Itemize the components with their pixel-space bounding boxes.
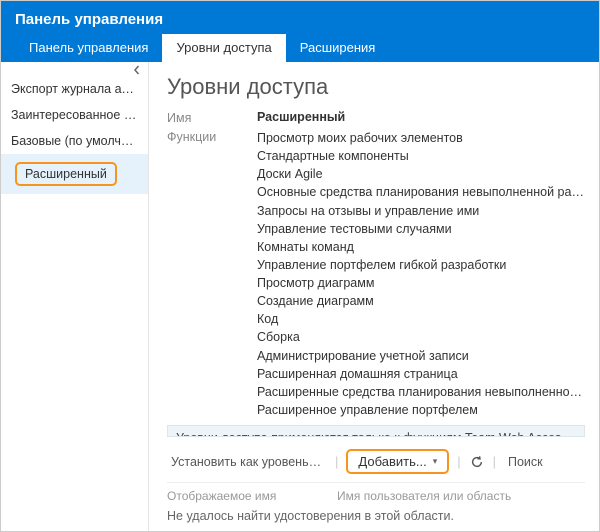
sidebar-item-advanced[interactable]: Расширенный <box>1 154 148 194</box>
collapse-sidebar-icon[interactable] <box>130 64 144 78</box>
label-name: Имя <box>167 110 257 125</box>
feature-item: Запросы на отзывы и управление ими <box>257 202 585 220</box>
feature-item: Код <box>257 310 585 328</box>
label-functions: Функции <box>167 129 257 144</box>
refresh-icon[interactable] <box>469 454 485 470</box>
feature-item: Расширенная домашняя страница <box>257 365 585 383</box>
grid-col-username: Имя пользователя или область <box>337 489 585 503</box>
header-band: Панель управления Панель управления Уров… <box>1 1 599 62</box>
header-title: Панель управления <box>1 1 599 34</box>
page-title: Уровни доступа <box>167 74 585 100</box>
feature-item: Управление тестовыми случаями <box>257 220 585 238</box>
app-root: Панель управления Панель управления Уров… <box>0 0 600 532</box>
highlight-ring: Расширенный <box>15 162 117 186</box>
sidebar-item-label: Расширенный <box>25 167 107 181</box>
set-default-button[interactable]: Установить как уровень до... <box>167 451 327 473</box>
grid-col-display-name: Отображаемое имя <box>167 489 337 503</box>
feature-item: Сборка <box>257 328 585 346</box>
sidebar-list: Экспорт журнала аудита Заинтересованное … <box>1 64 148 194</box>
sidebar-item-basic[interactable]: Базовые (по умолчанию) <box>1 128 148 154</box>
feature-item: Создание диаграмм <box>257 292 585 310</box>
toolbar-separator: | <box>485 454 504 469</box>
sidebar-item-stakeholder[interactable]: Заинтересованное лицо <box>1 102 148 128</box>
feature-item: Комнаты команд <box>257 238 585 256</box>
grid-header: Отображаемое имя Имя пользователя или об… <box>167 482 585 503</box>
add-button[interactable]: Добавить... ▾ <box>346 449 449 474</box>
toolbar: Установить как уровень до... | Добавить.… <box>167 445 585 482</box>
feature-list: Просмотр моих рабочих элементов Стандарт… <box>257 129 585 419</box>
row-name: Имя Расширенный <box>167 110 585 125</box>
feature-item: Расширенные средства планирования невыпо… <box>257 383 585 401</box>
feature-item: Администрирование учетной записи <box>257 347 585 365</box>
grid-empty-message: Не удалось найти удостоверения в этой об… <box>167 503 585 523</box>
add-button-label: Добавить... <box>358 454 426 469</box>
info-banner: Уровни доступа применяются только к функ… <box>167 425 585 437</box>
tab-extensions[interactable]: Расширения <box>286 34 390 62</box>
feature-item: Расширенное управление портфелем <box>257 401 585 419</box>
feature-item: Доски Agile <box>257 165 585 183</box>
feature-item: Просмотр диаграмм <box>257 274 585 292</box>
feature-item: Стандартные компоненты <box>257 147 585 165</box>
sidebar-item-audit-export[interactable]: Экспорт журнала аудита <box>1 76 148 102</box>
value-name: Расширенный <box>257 110 585 124</box>
dropdown-caret-icon: ▾ <box>433 456 438 467</box>
tab-strip: Панель управления Уровни доступа Расшире… <box>1 34 599 62</box>
row-functions: Функции Просмотр моих рабочих элементов … <box>167 129 585 419</box>
body: Экспорт журнала аудита Заинтересованное … <box>1 62 599 531</box>
search-button[interactable]: Поиск <box>504 451 547 473</box>
feature-item: Основные средства планирования невыполне… <box>257 183 585 201</box>
feature-item: Управление портфелем гибкой разработки <box>257 256 585 274</box>
main-panel: Уровни доступа Имя Расширенный Функции П… <box>149 62 599 531</box>
tab-access-levels[interactable]: Уровни доступа <box>162 34 285 62</box>
sidebar: Экспорт журнала аудита Заинтересованное … <box>1 62 149 531</box>
feature-item: Просмотр моих рабочих элементов <box>257 129 585 147</box>
toolbar-separator: | <box>449 454 468 469</box>
tab-control-panel[interactable]: Панель управления <box>15 34 162 62</box>
toolbar-separator: | <box>327 454 346 469</box>
